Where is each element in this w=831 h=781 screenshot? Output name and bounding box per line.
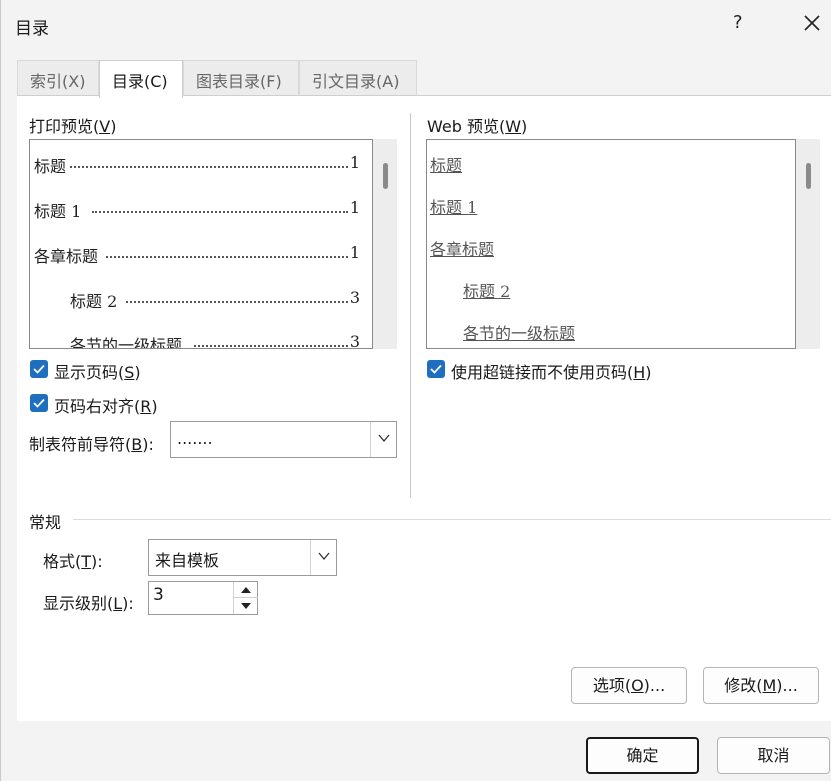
show-levels-value[interactable]: 3 bbox=[153, 585, 164, 605]
web-preview-link: 各节的一级标题 bbox=[463, 324, 576, 343]
tab-leader-select[interactable]: ....... bbox=[170, 421, 397, 458]
tab-toc[interactable]: 目录(C) bbox=[99, 60, 183, 98]
web-preview-scrollbar[interactable] bbox=[796, 139, 820, 349]
group-divider bbox=[73, 519, 831, 520]
panel-divider bbox=[410, 113, 411, 498]
tab-label: 引文目录(A) bbox=[312, 72, 400, 91]
spin-down-button[interactable] bbox=[234, 598, 258, 614]
preview-line: 标题 23 bbox=[70, 288, 360, 311]
tab-table-of-authorities[interactable]: 引文目录(A) bbox=[299, 60, 417, 96]
web-preview-link: 标题 2 bbox=[463, 282, 511, 301]
preview-line: 各章标题 1 bbox=[34, 243, 360, 266]
print-preview-box[interactable]: 标题 1 标题 11 各章标题 1 标题 23 各节的一级标题 3 bbox=[29, 139, 373, 349]
toc-panel: 打印预览(V) 标题 1 标题 11 各章标题 1 标题 23 各节的一级标题 3 W… bbox=[17, 95, 831, 721]
tab-label: 目录(C) bbox=[112, 72, 168, 91]
tab-table-of-figures[interactable]: 图表目录(F) bbox=[183, 60, 299, 96]
format-select[interactable]: 来自模板 bbox=[148, 539, 337, 576]
close-button[interactable] bbox=[797, 8, 827, 38]
web-preview-link: 各章标题 bbox=[430, 240, 495, 259]
ok-button[interactable]: 确定 bbox=[586, 737, 699, 774]
scrollbar-thumb[interactable] bbox=[383, 163, 388, 189]
dialog-title: 目录 bbox=[15, 19, 49, 39]
print-preview-label: 打印预览(V) bbox=[29, 117, 117, 136]
chevron-down-icon bbox=[378, 434, 390, 443]
right-align-checkbox[interactable] bbox=[30, 394, 48, 412]
toc-dialog: 目录 ? 索引(X) 目录(C) 图表目录(F) 引文目录(A) 打印预览(V)… bbox=[0, 0, 831, 781]
web-preview-box[interactable]: 标题 标题 1 各章标题 标题 2 各节的一级标题 bbox=[426, 139, 796, 349]
format-label: 格式(T): bbox=[43, 552, 103, 571]
format-value: 来自模板 bbox=[155, 551, 220, 570]
show-levels-spinner[interactable]: 3 bbox=[148, 581, 258, 615]
web-preview-link: 标题 1 bbox=[430, 198, 478, 217]
preview-line: 标题 11 bbox=[34, 198, 360, 221]
dropdown-arrow[interactable] bbox=[310, 540, 336, 575]
print-preview-scrollbar[interactable] bbox=[373, 139, 397, 349]
right-align-label[interactable]: 页码右对齐(R) bbox=[54, 393, 158, 417]
scrollbar-thumb[interactable] bbox=[806, 163, 811, 189]
chevron-down-icon bbox=[318, 552, 330, 561]
tab-label: 索引(X) bbox=[30, 72, 86, 91]
use-hyperlinks-checkbox[interactable] bbox=[427, 360, 445, 378]
general-group-label: 常规 bbox=[29, 513, 62, 532]
checkmark-icon bbox=[430, 364, 442, 374]
web-preview-link: 标题 bbox=[430, 156, 463, 175]
preview-line: 标题 1 bbox=[34, 153, 360, 176]
show-page-numbers-checkbox[interactable] bbox=[30, 360, 48, 378]
tab-label: 图表目录(F) bbox=[196, 72, 282, 91]
help-button[interactable]: ? bbox=[733, 12, 743, 33]
tab-index[interactable]: 索引(X) bbox=[17, 60, 99, 96]
close-icon bbox=[804, 15, 820, 31]
options-button[interactable]: 选项(O)... bbox=[571, 667, 687, 704]
show-page-numbers-label[interactable]: 显示页码(S) bbox=[54, 359, 141, 383]
web-preview-label: Web 预览(W) bbox=[427, 117, 528, 136]
modify-button[interactable]: 修改(M)... bbox=[703, 667, 819, 704]
use-hyperlinks-label[interactable]: 使用超链接而不使用页码(H) bbox=[451, 359, 652, 383]
triangle-down-icon bbox=[241, 603, 251, 609]
show-levels-label: 显示级别(L): bbox=[43, 594, 134, 613]
spinner-buttons bbox=[233, 582, 258, 614]
tab-leader-value: ....... bbox=[177, 429, 213, 448]
spin-up-button[interactable] bbox=[234, 582, 258, 598]
preview-line: 各节的一级标题 3 bbox=[70, 332, 360, 349]
triangle-up-icon bbox=[241, 587, 251, 593]
checkmark-icon bbox=[33, 364, 45, 374]
title-bar: 目录 ? bbox=[1, 0, 831, 52]
tab-leader-label: 制表符前导符(B): bbox=[29, 435, 154, 454]
cancel-button[interactable]: 取消 bbox=[717, 737, 830, 774]
checkmark-icon bbox=[33, 398, 45, 408]
dropdown-arrow[interactable] bbox=[370, 422, 396, 457]
